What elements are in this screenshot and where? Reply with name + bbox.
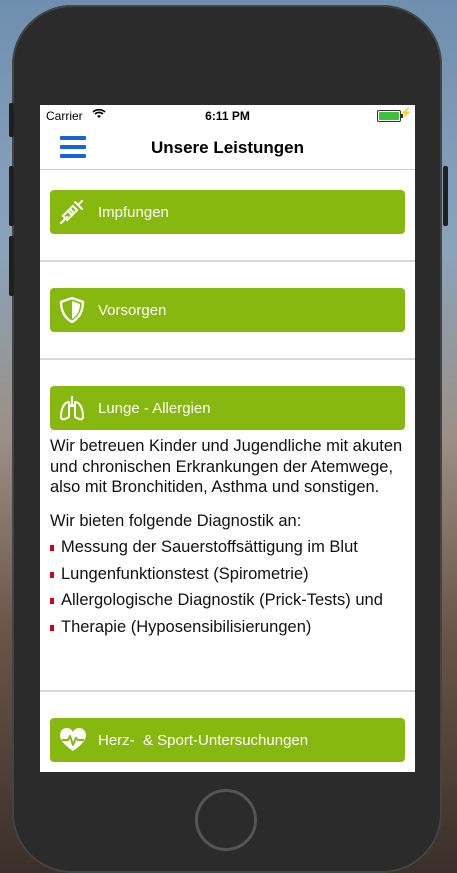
status-time: 6:11 PM — [205, 109, 250, 123]
list-item: Messung der Sauerstoffsättigung im Blut — [50, 537, 410, 558]
list-item: Allergologische Diagnostik (Prick-Tests)… — [50, 590, 410, 611]
lunge-allergien-content: Wir betreuen Kinder und Jugendliche mit … — [50, 436, 410, 643]
herz-sport-button[interactable]: Herz- & Sport-Untersuchungen — [50, 718, 405, 762]
power-button — [443, 166, 448, 226]
vorsorgen-button[interactable]: Vorsorgen — [50, 288, 405, 332]
impfungen-button[interactable]: Impfungen — [50, 190, 405, 234]
impfungen-label: Impfungen — [98, 204, 169, 221]
home-button[interactable] — [195, 789, 257, 851]
section-vorsorgen: Vorsorgen — [40, 262, 415, 360]
volume-down-button — [9, 236, 14, 296]
navigation-bar: Unsere Leistungen — [40, 125, 415, 170]
diagnostics-list: Messung der Sauerstoffsättigung im Blut … — [50, 537, 410, 637]
lunge-description: Wir betreuen Kinder und Jugendliche mit … — [50, 437, 403, 496]
mute-switch — [9, 103, 14, 137]
list-item: Lungenfunktionstest (Spirometrie) — [50, 564, 410, 585]
app-screen: Carrier 6:11 PM ⚡ Unsere Leistungen Impf… — [40, 105, 415, 772]
vorsorgen-label: Vorsorgen — [98, 302, 167, 319]
syringe-icon — [58, 198, 86, 226]
lunge-allergien-label: Lunge - Allergien — [98, 400, 211, 417]
diagnostics-heading: Wir bieten folgende Diagnostik an: — [50, 511, 302, 530]
list-item: Therapie (Hyposensibilisierungen) — [50, 617, 410, 638]
section-lunge-allergien: Lunge - Allergien Wir betreuen Kinder un… — [40, 360, 415, 692]
shield-icon — [58, 296, 86, 324]
herz-sport-label: Herz- & Sport-Untersuchungen — [98, 732, 309, 749]
section-herz-sport: Herz- & Sport-Untersuchungen — [40, 692, 415, 772]
page-title: Unsere Leistungen — [150, 138, 305, 157]
status-bar: Carrier 6:11 PM ⚡ — [40, 105, 415, 125]
volume-up-button — [9, 166, 14, 226]
charging-icon: ⚡ — [399, 108, 412, 119]
heart-pulse-icon — [58, 726, 86, 754]
lungs-icon — [58, 394, 86, 422]
section-impfungen: Impfungen — [40, 170, 415, 262]
battery-icon — [377, 110, 403, 122]
lunge-allergien-button[interactable]: Lunge - Allergien — [50, 386, 405, 430]
